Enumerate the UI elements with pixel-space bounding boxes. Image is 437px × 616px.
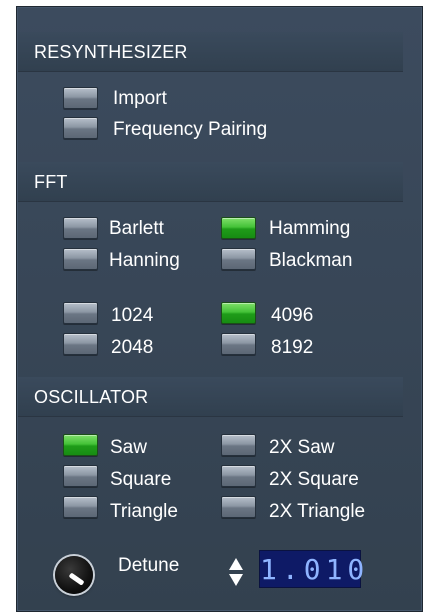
- detune-value-display: 1.010: [259, 550, 364, 588]
- square-label: Square: [110, 469, 172, 490]
- section-header-oscillator: OSCILLATOR: [18, 377, 403, 417]
- 2x-square-label: 2X Square: [269, 469, 359, 490]
- detune-label: Detune: [118, 555, 180, 576]
- import-label: Import: [113, 88, 167, 109]
- saw-wave-button[interactable]: [63, 434, 98, 456]
- frequency-pairing-button[interactable]: [63, 117, 98, 139]
- 2x-triangle-label: 2X Triangle: [269, 501, 366, 522]
- hanning-window-button[interactable]: [63, 248, 98, 270]
- fft-size-4096-label: 4096: [271, 305, 314, 326]
- stepper-down-icon[interactable]: [229, 574, 243, 586]
- stepper-up-icon[interactable]: [229, 558, 243, 570]
- 2x-saw-wave-button[interactable]: [221, 434, 256, 456]
- fft-size-2048-button[interactable]: [63, 333, 98, 355]
- triangle-wave-button[interactable]: [63, 496, 98, 518]
- triangle-label: Triangle: [110, 501, 178, 522]
- fft-size-2048-label: 2048: [111, 337, 154, 358]
- frequency-pairing-label: Frequency Pairing: [113, 119, 268, 140]
- fft-size-8192-button[interactable]: [221, 333, 256, 355]
- 2x-triangle-wave-button[interactable]: [221, 496, 256, 518]
- square-wave-button[interactable]: [63, 465, 98, 487]
- hamming-label: Hamming: [269, 218, 351, 239]
- import-button[interactable]: [63, 87, 98, 109]
- fft-size-8192-label: 8192: [271, 337, 314, 358]
- 2x-saw-label: 2X Saw: [269, 437, 335, 458]
- section-header-resynthesizer: RESYNTHESIZER: [18, 32, 403, 72]
- fft-size-4096-button[interactable]: [221, 302, 256, 324]
- detune-stepper[interactable]: [228, 555, 244, 589]
- saw-label: Saw: [110, 437, 147, 458]
- fft-size-1024-button[interactable]: [63, 302, 98, 324]
- hanning-label: Hanning: [109, 250, 180, 271]
- hamming-window-button[interactable]: [221, 217, 256, 239]
- fft-size-1024-label: 1024: [111, 305, 154, 326]
- section-header-fft: FFT: [18, 162, 403, 202]
- barlett-window-button[interactable]: [63, 217, 98, 239]
- 2x-square-wave-button[interactable]: [221, 465, 256, 487]
- blackman-label: Blackman: [269, 250, 353, 271]
- blackman-window-button[interactable]: [221, 248, 256, 270]
- barlett-label: Barlett: [109, 218, 164, 239]
